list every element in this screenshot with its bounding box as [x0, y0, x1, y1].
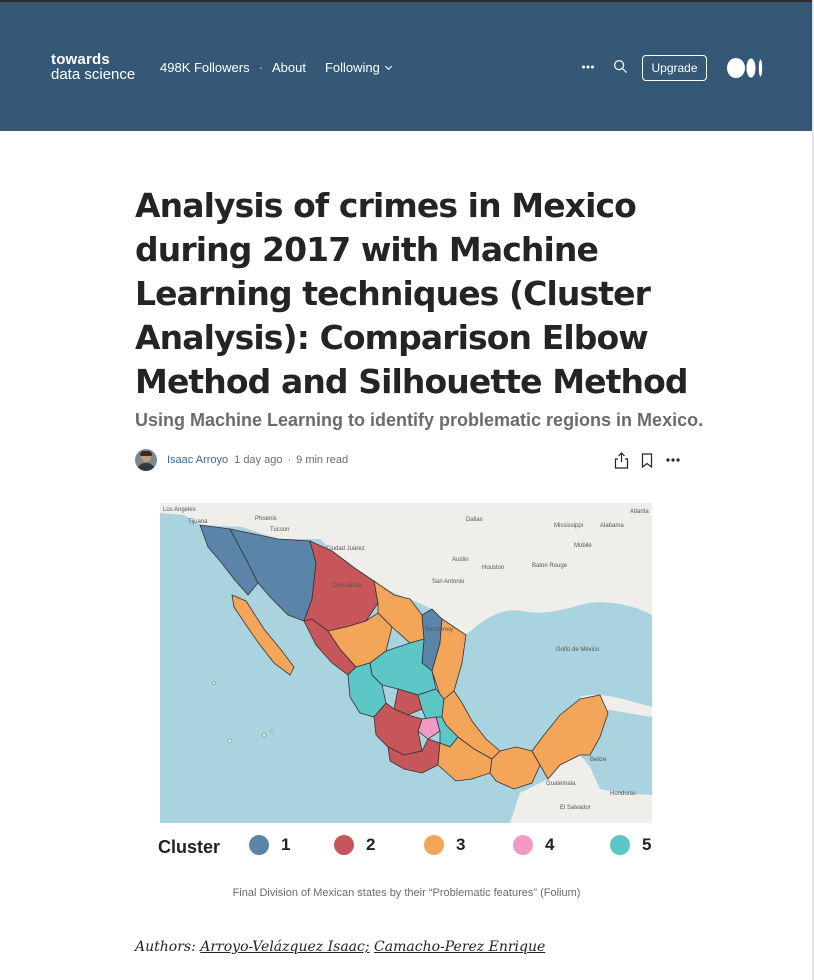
legend-swatch [513, 835, 533, 855]
more-actions-icon[interactable] [666, 456, 680, 464]
share-icon[interactable] [614, 452, 629, 469]
author-link-1[interactable]: Arroyo-Velázquez Isaac; [200, 939, 369, 955]
map-island [212, 681, 216, 685]
meta-separator: · [287, 454, 292, 466]
legend-swatch [249, 835, 269, 855]
legend-swatch [334, 835, 354, 855]
publication-logo[interactable]: towards data science [51, 52, 135, 82]
map-label: Golfo de México [556, 647, 600, 653]
post-meta: 1 day ago · 9 min read [234, 454, 348, 466]
map-label: Honduras [610, 791, 636, 797]
medium-logo-icon[interactable] [727, 57, 763, 79]
following-label: Following [324, 60, 380, 75]
following-dropdown[interactable]: Following [325, 60, 393, 75]
legend-item-1: 1 [249, 835, 290, 855]
search-icon[interactable] [613, 59, 628, 74]
map-label: Alabama [600, 523, 624, 529]
map-label: Los Angeles [163, 507, 196, 513]
legend-item-2: 2 [334, 835, 375, 855]
map-label: Baton Rouge [532, 563, 568, 569]
map-label: Guatemala [546, 781, 576, 787]
legend-label: 1 [281, 835, 291, 854]
map-island [270, 729, 274, 733]
map-label: Belize [590, 757, 607, 763]
publication-header: towards data science 498K Followers · Ab… [0, 0, 812, 131]
legend-title: Cluster [158, 837, 221, 857]
legend-item-5: 5 [610, 835, 651, 855]
map-label: Mobile [574, 543, 592, 549]
map-label: Tijuana [188, 519, 208, 525]
more-options-icon[interactable] [581, 60, 595, 74]
avatar-hair [140, 451, 152, 456]
legend-item-4: 4 [513, 835, 554, 855]
legend-swatch [424, 835, 444, 855]
avatar-shirt [137, 463, 155, 471]
map-label: Monterrey [426, 627, 453, 633]
about-link[interactable]: About [272, 60, 306, 75]
map-label: Chihuahua [332, 583, 362, 589]
map-label: Ciudad Juárez [326, 546, 365, 552]
article-title: Analysis of crimes in Mexico during 2017… [135, 186, 688, 401]
upgrade-button[interactable]: Upgrade [642, 55, 707, 81]
legend-item-3: 3 [424, 835, 465, 855]
map-label: Mississippi [554, 523, 583, 529]
map-label: Houston [482, 565, 504, 571]
map-label: Austin [452, 557, 469, 563]
bookmark-icon[interactable] [641, 453, 653, 468]
followers-link[interactable]: 498K Followers [160, 60, 250, 75]
authors-prefix: Authors: [135, 939, 201, 955]
mexico-cluster-map: Los Angeles Phoenix Tucson Dallas Austin… [160, 503, 652, 823]
legend-label: 3 [456, 835, 466, 854]
legend-label: 2 [366, 835, 376, 854]
time-ago: 1 day ago [234, 454, 283, 466]
map-island [262, 733, 266, 737]
cluster-legend: Cluster 1 2 3 4 5 [158, 830, 654, 862]
legend-swatch [610, 835, 630, 855]
map-label: San Antonio [432, 579, 465, 585]
map-island [227, 738, 233, 744]
legend-label: 4 [545, 835, 555, 854]
map-label: Phoenix [255, 516, 277, 522]
read-time: 9 min read [296, 454, 349, 466]
legend-label: 5 [642, 835, 652, 854]
author-avatar[interactable] [135, 449, 157, 471]
author-byline: Isaac Arroyo 1 day ago · 9 min read [135, 448, 348, 472]
publication-nav: 498K Followers · About Following [160, 60, 393, 75]
nav-separator: · [258, 60, 263, 75]
brand-line-2: data science [51, 66, 136, 83]
author-name-link[interactable]: Isaac Arroyo [167, 454, 228, 466]
author-link-2[interactable]: Camacho-Perez Enrique [374, 939, 545, 955]
figure-caption: Final Division of Mexican states by thei… [232, 887, 581, 899]
authors-line: Authors: Arroyo-Velázquez Isaac; Camacho… [135, 939, 545, 955]
map-label: Atlanta [630, 509, 649, 515]
map-label: Tucson [270, 527, 289, 533]
map-label: Dallas [466, 517, 483, 523]
brand-line-1: towards [51, 51, 110, 68]
chevron-down-icon [384, 65, 392, 71]
article-subtitle: Using Machine Learning to identify probl… [135, 410, 704, 430]
map-label: El Salvador [560, 805, 591, 811]
